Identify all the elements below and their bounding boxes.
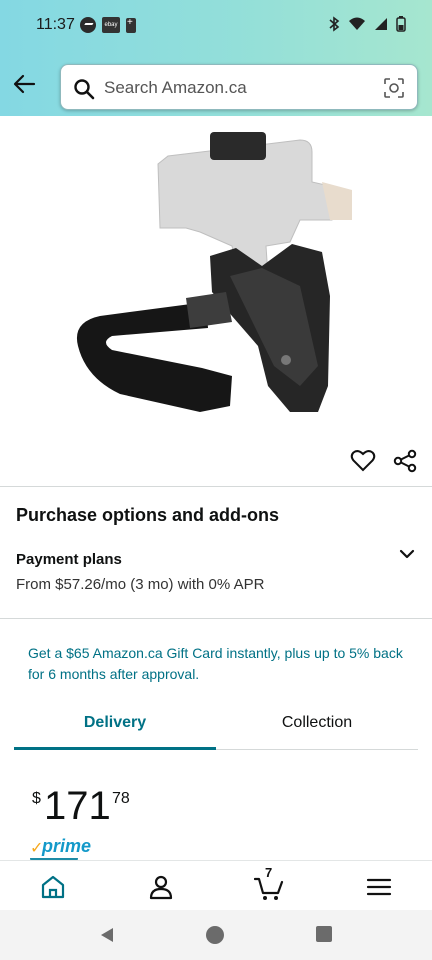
signal-icon — [375, 18, 387, 30]
messenger-icon — [80, 17, 96, 33]
search-placeholder: Search Amazon.ca — [104, 78, 247, 97]
system-home-icon[interactable] — [206, 926, 224, 944]
payment-plans-detail: From $57.26/mo (3 mo) with 0% APR — [16, 576, 265, 593]
search-input[interactable]: Search Amazon.ca — [60, 64, 418, 110]
share-icon[interactable] — [392, 448, 418, 474]
tab-collection[interactable]: Collection — [216, 704, 418, 750]
prime-label: prime — [42, 836, 92, 856]
battery-saver-icon — [126, 17, 136, 33]
section-divider — [0, 486, 432, 487]
heart-icon[interactable] — [350, 448, 376, 474]
status-system-icons — [328, 16, 406, 32]
purchase-options-title: Purchase options and add-ons — [16, 505, 280, 525]
battery-icon — [396, 16, 406, 32]
home-icon[interactable] — [38, 873, 68, 901]
status-bar: 11:37 ebay — [0, 0, 432, 52]
product-image[interactable] — [0, 116, 432, 436]
search-icon — [74, 79, 95, 100]
section-divider — [0, 618, 432, 619]
system-back-icon[interactable] — [98, 926, 116, 944]
price-whole: 171 — [44, 784, 111, 828]
holster-image — [76, 132, 352, 412]
price-fraction: 78 — [112, 790, 130, 807]
gift-card-promo-link[interactable]: Get a $65 Amazon.ca Gift Card instantly,… — [28, 643, 408, 685]
ebay-icon: ebay — [102, 17, 120, 33]
search-row: Search Amazon.ca — [0, 62, 432, 110]
status-notification-icons: ebay — [80, 17, 136, 33]
tab-delivery[interactable]: Delivery — [14, 704, 216, 750]
system-recents-icon[interactable] — [316, 926, 332, 942]
payment-plans-title: Payment plans — [16, 551, 122, 568]
delivery-tabs: Delivery Collection — [0, 704, 432, 750]
chevron-down-icon[interactable] — [398, 545, 416, 563]
menu-icon[interactable] — [364, 873, 394, 901]
wifi-icon — [349, 17, 365, 30]
account-icon[interactable] — [146, 873, 176, 901]
status-time: 11:37 — [36, 16, 75, 33]
app-header: 11:37 ebay + Search Amazon.ca — [0, 0, 432, 116]
cart-count: 7 — [265, 865, 273, 880]
payment-plans-section[interactable]: Payment plans From $57.26/mo (3 mo) with… — [0, 545, 432, 605]
back-arrow-icon[interactable] — [10, 70, 38, 98]
bottom-navigation: 7 — [0, 860, 432, 910]
price-currency: $ — [32, 790, 41, 807]
camera-lens-icon[interactable] — [383, 77, 405, 99]
image-actions — [0, 446, 432, 478]
bluetooth-icon — [329, 16, 340, 32]
cart-button[interactable]: 7 — [253, 865, 284, 901]
system-navigation-bar — [0, 910, 432, 960]
